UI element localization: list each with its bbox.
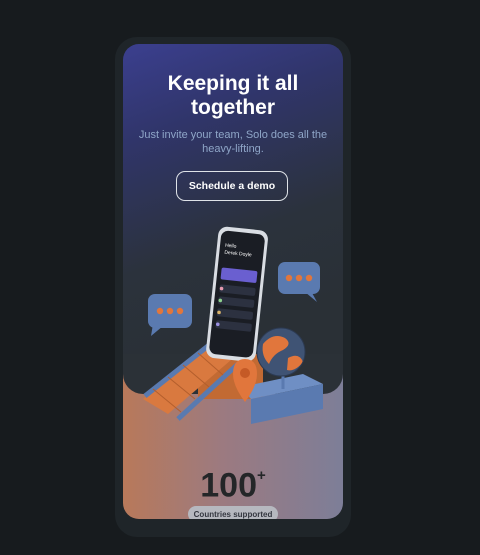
hero-subtitle-line1: Just invite your team, Solo does all the xyxy=(138,129,328,141)
hero-illustration: Hello Derek Doyle xyxy=(143,226,323,424)
countries-stat: 100+ xyxy=(123,462,343,503)
hero-title-line1: Keeping it all xyxy=(167,72,299,95)
chat-bubble-icon xyxy=(148,294,192,336)
hero-subtitle: Just invite your team, Solo does all the… xyxy=(137,128,329,156)
countries-supported-badge: Countries supported xyxy=(188,506,278,519)
hero-title: Keeping it all together xyxy=(123,72,343,120)
hero-card: Keeping it all together Just invite your… xyxy=(123,44,343,519)
chat-bubble-icon xyxy=(278,262,320,302)
stat-suffix: + xyxy=(256,467,266,484)
hero-title-line2: together xyxy=(191,96,275,119)
hero-subtitle-line2: heavy-lifting. xyxy=(202,143,264,155)
stat-value: 100 xyxy=(200,466,257,505)
svg-text:Hello: Hello xyxy=(225,243,237,250)
schedule-demo-button[interactable]: Schedule a demo xyxy=(176,171,288,201)
